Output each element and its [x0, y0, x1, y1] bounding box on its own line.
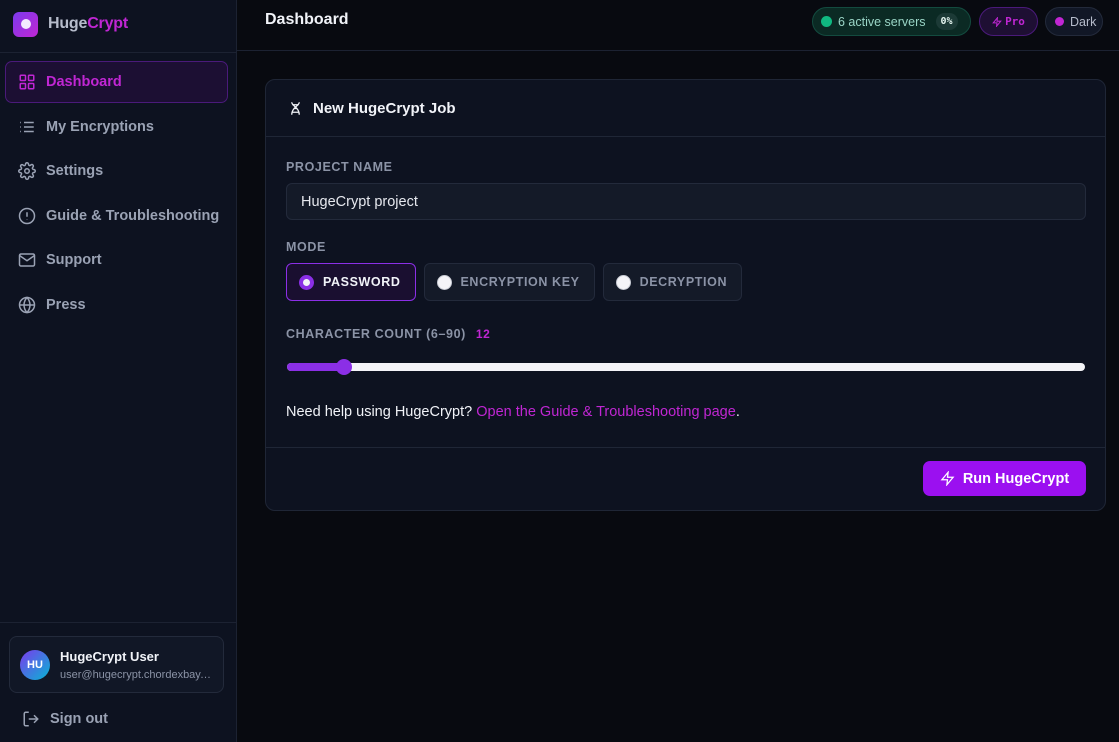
gear-icon	[18, 162, 36, 180]
sidebar-nav: Dashboard My Encryptions Settings Guide …	[5, 61, 228, 328]
sidebar-item-label: Guide & Troubleshooting	[46, 207, 220, 224]
brand[interactable]: HugeCrypt	[13, 11, 128, 37]
bolt-icon	[940, 471, 955, 486]
card-title: New HugeCrypt Job	[313, 99, 456, 117]
bolt-icon	[992, 16, 1002, 27]
sidebar-item-label: Press	[46, 296, 86, 313]
theme-toggle[interactable]: Dark	[1045, 7, 1103, 36]
dna-icon	[291, 101, 300, 115]
radio-icon	[299, 274, 314, 290]
top-bar: Dashboard 6 active servers 0% Pro Dark	[237, 0, 1119, 51]
info-icon	[18, 207, 36, 224]
status-dot-icon	[821, 16, 832, 27]
user-name: HugeCrypt User	[60, 648, 159, 664]
servers-load: 0%	[935, 13, 958, 30]
guide-link[interactable]: Open the Guide & Troubleshooting page	[476, 404, 736, 420]
servers-status-badge[interactable]: 6 active servers 0%	[812, 7, 971, 36]
mode-label: MODE	[286, 240, 326, 254]
sidebar-item-dashboard[interactable]: Dashboard	[5, 61, 228, 103]
sidebar-item-settings[interactable]: Settings	[5, 150, 228, 192]
help-text: Need help using HugeCrypt? Open the Guid…	[286, 404, 740, 420]
pro-label: Pro	[1005, 15, 1025, 28]
sidebar: HugeCrypt Dashboard My Encryptions Setti…	[0, 0, 237, 742]
character-count-value: 12	[475, 327, 491, 341]
mode-label-text: DECRYPTION	[639, 275, 728, 289]
theme-label: Dark	[1070, 14, 1097, 29]
user-card[interactable]: HU HugeCrypt User user@hugecrypt.chordex…	[9, 636, 224, 693]
sidebar-item-my-encryptions[interactable]: My Encryptions	[5, 106, 228, 148]
radio-icon	[615, 274, 631, 290]
mode-password-radio[interactable]: PASSWORD	[286, 263, 416, 301]
user-email: user@hugecrypt.chordexbay.com	[60, 668, 212, 681]
sign-out-label: Sign out	[50, 711, 108, 727]
grid-icon	[19, 74, 35, 90]
page-title: Dashboard	[265, 11, 349, 28]
run-button[interactable]: Run HugeCrypt	[923, 461, 1086, 496]
help-text-body: Need help using HugeCrypt?	[286, 404, 477, 420]
mode-label-text: ENCRYPTION KEY	[460, 275, 580, 289]
logo-icon	[13, 11, 38, 37]
card-header: New HugeCrypt Job	[266, 80, 1105, 137]
list-icon	[20, 121, 34, 132]
sidebar-item-guide[interactable]: Guide & Troubleshooting	[5, 195, 228, 237]
globe-icon	[18, 295, 36, 314]
character-count-label: CHARACTER COUNT (6–90) 12	[286, 327, 490, 341]
mail-icon	[18, 253, 36, 267]
sidebar-item-press[interactable]: Press	[5, 284, 228, 326]
sidebar-item-label: Dashboard	[46, 74, 122, 90]
sidebar-item-label: Settings	[46, 163, 104, 179]
logout-icon	[23, 711, 39, 727]
new-job-card: New HugeCrypt Job PROJECT NAME HugeCrypt…	[265, 79, 1106, 511]
divider	[0, 622, 236, 623]
sign-out-button[interactable]: Sign out	[22, 710, 108, 728]
mode-decryption-radio[interactable]: DECRYPTION	[602, 263, 743, 301]
sidebar-item-label: Support	[46, 252, 102, 268]
mode-encryption-key-radio[interactable]: ENCRYPTION KEY	[423, 263, 595, 301]
brand-name: HugeCrypt	[48, 15, 128, 32]
theme-dot-icon	[1055, 17, 1064, 26]
count-label-text: CHARACTER COUNT (6–90)	[286, 327, 466, 341]
divider	[266, 447, 1105, 448]
pro-badge[interactable]: Pro	[979, 7, 1038, 36]
character-count-slider[interactable]	[287, 359, 1085, 375]
project-name-input[interactable]: HugeCrypt project	[286, 183, 1086, 220]
mode-label-text: PASSWORD	[323, 275, 401, 289]
sidebar-item-support[interactable]: Support	[5, 239, 228, 281]
slider-thumb[interactable]	[336, 359, 352, 375]
mode-selector: PASSWORD ENCRYPTION KEY DECRYPTION	[286, 263, 743, 301]
sidebar-item-label: My Encryptions	[46, 118, 154, 135]
project-name-label: PROJECT NAME	[286, 160, 393, 174]
servers-label: 6 active servers	[838, 14, 926, 29]
divider	[0, 52, 236, 53]
help-text-end: .	[735, 404, 740, 420]
run-label: Run HugeCrypt	[962, 470, 1070, 487]
avatar: HU	[20, 649, 50, 680]
radio-icon	[436, 274, 452, 290]
